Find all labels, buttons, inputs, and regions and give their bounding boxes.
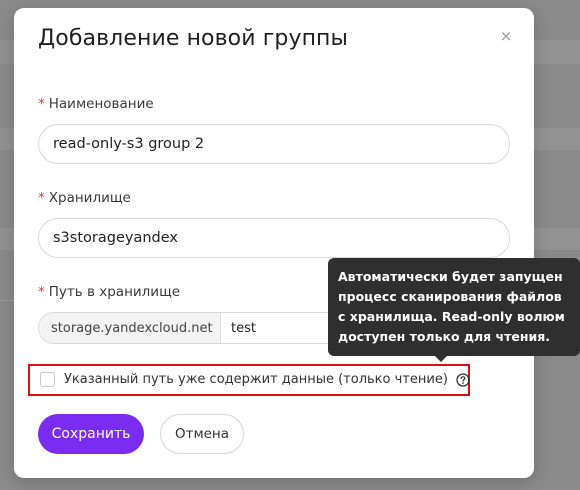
readonly-checkbox-label[interactable]: Указанный путь уже содержит данные (толь… bbox=[64, 372, 448, 387]
storage-input[interactable] bbox=[38, 218, 510, 258]
question-circle-icon[interactable] bbox=[456, 372, 470, 387]
required-mark: * bbox=[38, 284, 45, 300]
modal-title: Добавление новой группы bbox=[38, 26, 349, 51]
storage-label-text: Хранилище bbox=[48, 190, 131, 206]
readonly-checkbox[interactable] bbox=[40, 372, 55, 387]
storage-field-label: * Хранилище bbox=[38, 190, 131, 206]
path-label-text: Путь в хранилище bbox=[48, 284, 181, 300]
name-label-text: Наименование bbox=[48, 96, 154, 112]
required-mark: * bbox=[38, 190, 45, 206]
add-group-modal: Добавление новой группы × * Наименование … bbox=[14, 8, 534, 478]
name-input[interactable] bbox=[38, 124, 510, 164]
required-mark: * bbox=[38, 96, 45, 112]
path-prefix: storage.yandexcloud.net bbox=[39, 313, 221, 343]
save-button[interactable]: Сохранить bbox=[38, 414, 144, 454]
readonly-checkbox-row[interactable]: Указанный путь уже содержит данные (толь… bbox=[40, 372, 470, 387]
cancel-button[interactable]: Отмена bbox=[160, 414, 244, 454]
help-tooltip: Автоматически будет запущен процесс скан… bbox=[328, 258, 580, 356]
name-field-label: * Наименование bbox=[38, 96, 154, 112]
tooltip-arrow bbox=[434, 355, 448, 362]
path-field-label: * Путь в хранилище bbox=[38, 284, 180, 300]
close-icon[interactable]: × bbox=[498, 28, 514, 44]
